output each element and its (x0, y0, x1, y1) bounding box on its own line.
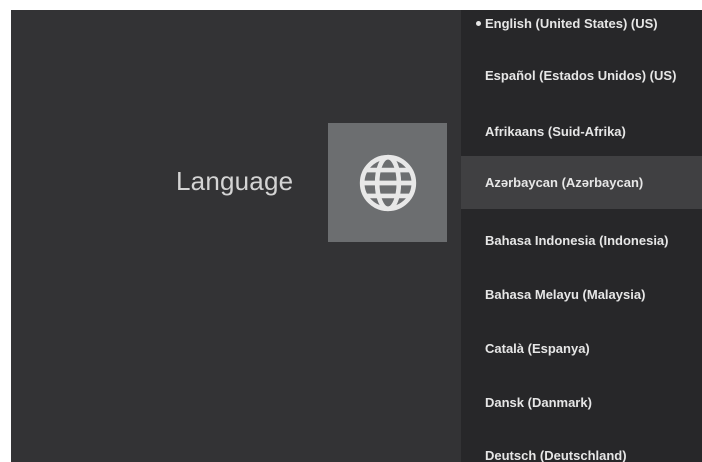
language-option-label: Deutsch (Deutschland) (485, 447, 627, 462)
language-icon-tile (328, 123, 447, 242)
language-option-azerbaycan[interactable]: Azərbaycan (Azərbaycan) (461, 156, 702, 209)
language-option-label: Azərbaycan (Azərbaycan) (485, 175, 644, 190)
language-option-bahasa-indonesia[interactable]: Bahasa Indonesia (Indonesia) (461, 214, 702, 266)
language-option-label: Afrikaans (Suid-Afrika) (485, 123, 626, 139)
language-option-deutsch[interactable]: Deutsch (Deutschland) (461, 429, 702, 462)
language-option-english-us[interactable]: English (United States) (US) (461, 10, 702, 49)
page-title: Language (176, 166, 294, 196)
language-option-label: English (United States) (US) (485, 15, 658, 31)
language-option-label: Bahasa Melayu (Malaysia) (485, 286, 646, 302)
language-option-bahasa-melayu[interactable]: Bahasa Melayu (Malaysia) (461, 268, 702, 320)
language-option-afrikaans[interactable]: Afrikaans (Suid-Afrika) (461, 105, 702, 157)
language-option-label: Español (Estados Unidos) (US) (485, 67, 677, 83)
left-pane: Language (11, 10, 461, 462)
language-option-label: Català (Espanya) (485, 340, 590, 356)
language-option-catala[interactable]: Català (Espanya) (461, 322, 702, 374)
selected-bullet-icon (476, 20, 481, 26)
language-option-dansk[interactable]: Dansk (Danmark) (461, 376, 702, 428)
language-list: English (United States) (US) Español (Es… (461, 10, 702, 462)
language-option-espanol-us[interactable]: Español (Estados Unidos) (US) (461, 49, 702, 101)
tv-settings-screen: Language English (United States) (US) Es… (11, 10, 702, 462)
globe-icon (359, 154, 416, 211)
language-option-label: Bahasa Indonesia (Indonesia) (485, 232, 669, 248)
language-option-label: Dansk (Danmark) (485, 394, 592, 410)
